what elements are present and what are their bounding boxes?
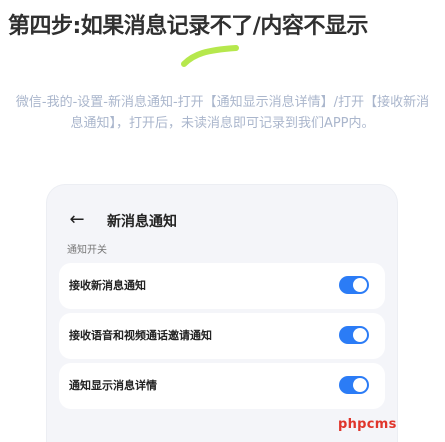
header-title: 新消息通知 xyxy=(107,214,177,230)
back-arrow-icon[interactable]: ← xyxy=(66,209,88,231)
section-label: 通知开关 xyxy=(67,245,107,256)
toggle-switch[interactable] xyxy=(339,376,369,394)
watermark: phpcms xyxy=(338,417,397,432)
setting-row-receive-notifications[interactable]: 接收新消息通知 xyxy=(59,263,385,309)
toggle-knob xyxy=(353,328,367,342)
instruction-text: 微信-我的-设置-新消息通知-打开【通知显示消息详情】/打开【接收新消息通知】，… xyxy=(15,95,430,131)
settings-header: ← 新消息通知 xyxy=(47,209,397,233)
toggle-knob xyxy=(353,378,367,392)
step-title: 第四步:如果消息记录不了/内容不显示 xyxy=(8,14,368,39)
toggle-switch[interactable] xyxy=(339,326,369,344)
setting-row-call-invitations[interactable]: 接收语音和视频通话邀请通知 xyxy=(59,313,385,359)
setting-label: 通知显示消息详情 xyxy=(69,379,157,392)
toggle-knob xyxy=(353,278,367,292)
setting-label: 接收语音和视频通话邀请通知 xyxy=(69,329,212,342)
settings-screen: ← 新消息通知 通知开关 接收新消息通知 接收语音和视频通话邀请通知 通知显示消… xyxy=(47,185,397,442)
toggle-switch[interactable] xyxy=(339,276,369,294)
setting-label: 接收新消息通知 xyxy=(69,279,146,292)
setting-row-show-details[interactable]: 通知显示消息详情 xyxy=(59,363,385,409)
